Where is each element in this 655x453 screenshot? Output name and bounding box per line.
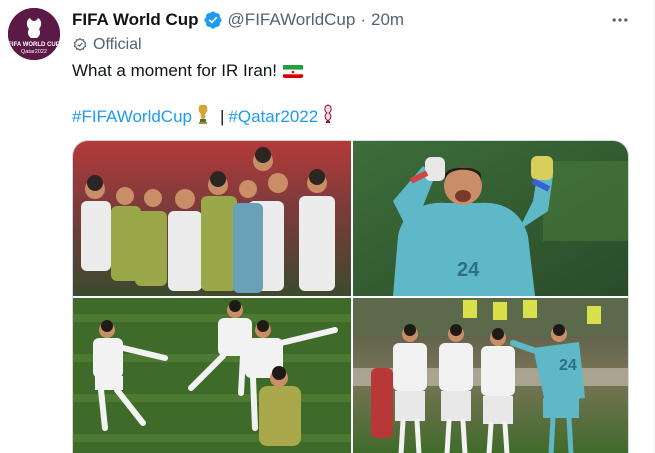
iran-flag-icon xyxy=(283,64,304,78)
separator-dot: · xyxy=(360,10,367,29)
more-dots-icon xyxy=(612,18,628,22)
photo-team-celebration[interactable] xyxy=(73,141,351,296)
qatar-emblem-icon xyxy=(322,104,334,129)
avatar[interactable]: FIFA WORLD CUP Qatar2022 xyxy=(8,8,60,60)
more-options-button[interactable] xyxy=(608,8,632,32)
photo-players-running[interactable] xyxy=(73,298,351,453)
media-grid: 24 24 xyxy=(72,140,629,453)
official-check-icon xyxy=(73,37,87,52)
verified-badge-icon xyxy=(203,10,223,30)
trophy-icon xyxy=(196,104,210,129)
fifa-world-cup-logo-icon: FIFA WORLD CUP Qatar2022 xyxy=(8,8,60,60)
svg-text:24: 24 xyxy=(457,259,480,281)
pipe-separator: | xyxy=(220,106,225,126)
photo-team-walking[interactable]: 24 xyxy=(353,298,628,453)
svg-text:FIFA WORLD CUP: FIFA WORLD CUP xyxy=(8,42,59,48)
tweet-text: What a moment for IR Iran! xyxy=(72,61,304,81)
tweet-card[interactable]: FIFA WORLD CUP Qatar2022 FIFA World Cup … xyxy=(0,0,655,453)
tweet-timestamp[interactable]: 20m xyxy=(371,10,404,30)
user-handle[interactable]: @FIFAWorldCup xyxy=(228,10,356,30)
tweet-header: FIFA World Cup @FIFAWorldCup · 20m xyxy=(72,9,404,31)
hashtag-qatar2022[interactable]: #Qatar2022 xyxy=(228,107,318,127)
hashtag-fifaworldcup[interactable]: #FIFAWorldCup xyxy=(72,107,192,127)
official-label-text: Official xyxy=(93,36,142,53)
official-label[interactable]: Official xyxy=(72,34,142,56)
photo-goalkeeper-celebration[interactable]: 24 xyxy=(353,141,628,296)
tweet-text-content: What a moment for IR Iran! xyxy=(72,61,278,80)
svg-text:Qatar2022: Qatar2022 xyxy=(21,49,47,55)
svg-text:24: 24 xyxy=(559,357,577,374)
display-name[interactable]: FIFA World Cup xyxy=(72,10,199,30)
hashtag-line: #FIFAWorldCup | #Qatar2022 xyxy=(72,104,338,129)
